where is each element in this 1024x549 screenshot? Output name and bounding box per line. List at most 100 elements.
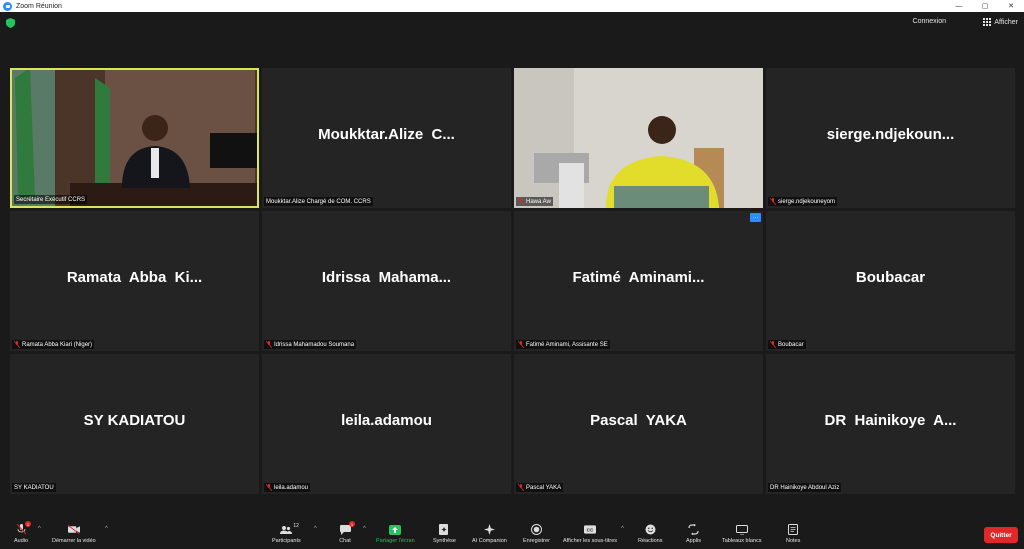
chat-badge: 1	[349, 521, 355, 527]
participant-display-name: Moukktar.Alize C...	[318, 126, 455, 143]
share-screen-icon	[389, 524, 402, 535]
maximize-button[interactable]: ▢	[972, 0, 998, 12]
reactions-label: Réactions	[638, 538, 663, 544]
share-screen-button[interactable]: Partager l'écran	[376, 524, 415, 544]
participant-video-frame	[12, 70, 257, 206]
apps-icon	[688, 524, 699, 535]
participant-name-label: sierge.ndjekouneyom	[768, 197, 838, 206]
participant-tile[interactable]: Pascal YAKA Pascal YAKA	[514, 354, 763, 494]
participants-icon	[280, 525, 293, 534]
participant-display-name: Pascal YAKA	[590, 412, 687, 429]
participant-tile[interactable]: SY KADIATOU SY KADIATOU	[10, 354, 259, 494]
participant-name-label: Pascal YAKA	[516, 483, 564, 492]
participant-name-label: Fatimé Aminami, Assisante SE	[516, 340, 610, 349]
whiteboards-label: Tableaux blancs	[722, 538, 762, 544]
participant-name-label: Boubacar	[768, 340, 806, 349]
sparkle-icon	[483, 524, 495, 535]
notes-button[interactable]: Notes	[786, 524, 800, 544]
whiteboards-button[interactable]: Tableaux blancs	[722, 524, 761, 544]
audio-badge: 1	[25, 521, 32, 527]
participants-button[interactable]: 12 Participants	[272, 523, 301, 544]
participant-tile[interactable]: ··· Fatimé Aminami... Fatimé Aminami, As…	[514, 211, 763, 351]
record-label: Enregistrer	[523, 538, 550, 544]
quit-button[interactable]: Quitter	[984, 527, 1018, 543]
close-button[interactable]: ✕	[998, 0, 1024, 12]
participant-video-frame	[514, 68, 763, 208]
muted-mic-icon	[770, 341, 776, 348]
muted-mic-icon	[518, 484, 524, 491]
participant-display-name: Boubacar	[855, 269, 926, 286]
afficher-button[interactable]: Afficher	[983, 18, 1018, 26]
participant-tile[interactable]: DR Hainikoye A... DR Hainikoye Abdoul Az…	[766, 354, 1015, 494]
start-video-button[interactable]: Démarrer la vidéo	[52, 524, 96, 544]
participant-name: Boubacar	[778, 341, 804, 348]
participants-options-caret-icon[interactable]: ^	[314, 526, 317, 532]
more-options-button[interactable]: ···	[750, 213, 761, 222]
participant-tile[interactable]: Ramata Abba Ki... Ramata Abba Kiari (Nig…	[10, 211, 259, 351]
synthese-button[interactable]: Synthèse	[433, 524, 456, 544]
notes-label: Notes	[786, 538, 801, 544]
participant-tile[interactable]: sierge.ndjekoun... sierge.ndjekouneyom	[766, 68, 1015, 208]
participant-name: sierge.ndjekouneyom	[778, 198, 836, 205]
smiley-icon	[645, 524, 656, 535]
afficher-label: Afficher	[994, 18, 1018, 26]
subtitles-options-caret-icon[interactable]: ^	[621, 526, 624, 532]
participant-name-label: Secrétaire Exécutif CCRS	[14, 195, 88, 204]
participant-name-label: DR Hainikoye Abdoul Aziz	[768, 483, 842, 492]
connexion-button[interactable]: Connexion	[913, 18, 946, 25]
participant-tile[interactable]: leila.adamou leila.adamou	[262, 354, 511, 494]
participant-tile-video[interactable]: Hawa Aw	[514, 68, 763, 208]
muted-mic-icon	[14, 341, 20, 348]
mic-muted-icon	[16, 524, 26, 535]
share-screen-label: Partager l'écran	[376, 538, 415, 544]
participant-name: DR Hainikoye Abdoul Aziz	[770, 484, 840, 491]
participant-name: Hawa Aw	[526, 198, 551, 205]
muted-mic-icon	[518, 198, 524, 205]
ai-companion-label: AI Companion	[472, 538, 507, 544]
record-icon	[530, 524, 542, 535]
participant-name-label: leila.adamou	[264, 483, 311, 492]
participant-display-name: Idrissa Mahama...	[321, 269, 452, 286]
start-video-label: Démarrer la vidéo	[52, 538, 96, 544]
participant-display-name: SY KADIATOU	[83, 412, 186, 429]
whiteboard-icon	[735, 524, 748, 535]
summary-icon	[439, 524, 449, 535]
svg-text:CC: CC	[587, 527, 594, 532]
participant-display-name: sierge.ndjekoun...	[826, 126, 955, 143]
zoom-app-icon	[3, 1, 12, 11]
participant-display-name: Fatimé Aminami...	[572, 269, 705, 286]
notes-icon	[788, 524, 799, 535]
participant-tile-video[interactable]: Secrétaire Exécutif CCRS	[10, 68, 259, 208]
chat-button[interactable]: 1 Chat	[339, 521, 355, 544]
ai-companion-button[interactable]: AI Companion	[472, 524, 507, 544]
participant-name: leila.adamou	[274, 484, 309, 491]
participant-tile[interactable]: Moukktar.Alize C... Moukktar.Alize Charg…	[262, 68, 511, 208]
apps-button[interactable]: Applis	[686, 524, 701, 544]
chat-options-caret-icon[interactable]: ^	[363, 526, 366, 532]
window-title: Zoom Réunion	[16, 2, 62, 10]
muted-mic-icon	[518, 341, 524, 348]
participant-name: Ramata Abba Kiari (Niger)	[22, 341, 93, 348]
record-button[interactable]: Enregistrer	[523, 524, 550, 544]
participant-tile[interactable]: Idrissa Mahama... Idrissa Mahamadou Soum…	[262, 211, 511, 351]
security-shield-icon[interactable]	[6, 18, 15, 28]
grid-view-icon	[983, 18, 992, 26]
participant-tile[interactable]: Boubacar Boubacar	[766, 211, 1015, 351]
closed-captions-icon: CC	[584, 525, 596, 534]
window-titlebar: Zoom Réunion — ▢ ✕	[0, 0, 1024, 12]
reactions-button[interactable]: Réactions	[638, 524, 662, 544]
participant-display-name: Ramata Abba Ki...	[66, 269, 203, 286]
apps-label: Applis	[686, 538, 701, 544]
audio-label: Audio	[14, 538, 29, 544]
audio-button[interactable]: 1 Audio	[14, 521, 32, 544]
participant-name: Idrissa Mahamadou Soumana	[274, 341, 355, 348]
video-options-caret-icon[interactable]: ^	[105, 526, 108, 532]
window-controls: — ▢ ✕	[946, 0, 1024, 12]
subtitles-button[interactable]: CC Afficher les sous-titres	[563, 524, 617, 544]
audio-options-caret-icon[interactable]: ^	[38, 526, 41, 532]
participants-count: 12	[293, 523, 299, 529]
participants-label: Participants	[272, 538, 301, 544]
participant-name: Secrétaire Exécutif CCRS	[16, 196, 86, 203]
participant-name: Moukktar.Alize Chargé de COM. CCRS	[266, 198, 371, 205]
minimize-button[interactable]: —	[946, 0, 972, 12]
